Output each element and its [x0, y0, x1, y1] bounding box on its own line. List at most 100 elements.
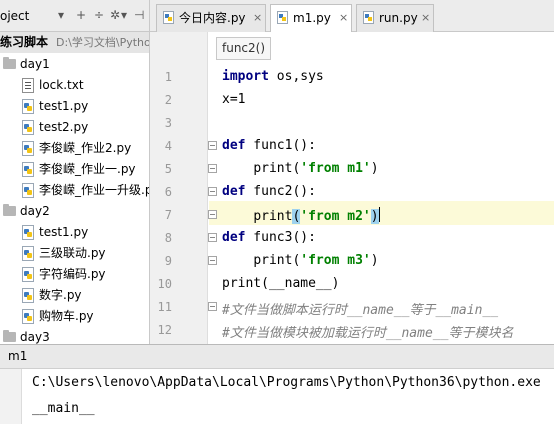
tree-file[interactable]: 购物车.py: [0, 306, 149, 327]
line-number: 4: [164, 139, 172, 153]
tab-label: 今日内容.py: [179, 11, 246, 25]
tree-item-label: 三级联动.py: [39, 246, 106, 260]
tree-file[interactable]: 李俊嵘_作业2.py: [0, 138, 149, 159]
tree-item-label: test2.py: [39, 120, 89, 134]
run-config-title[interactable]: m1: [8, 349, 27, 363]
code-line-2: x=1: [222, 92, 246, 107]
tab-m1[interactable]: m1.py ×: [270, 4, 352, 33]
line-number: 5: [164, 162, 172, 176]
fold-marker-icon[interactable]: [208, 233, 217, 242]
code-line-8: def func3():: [222, 230, 316, 245]
code-line-9: print('from m3'): [222, 253, 379, 268]
python-file-icon: [22, 99, 34, 114]
python-file-icon: [22, 141, 34, 156]
text-cursor: [378, 207, 380, 222]
tree-file[interactable]: 李俊嵘_作业一.py: [0, 159, 149, 180]
project-view-title[interactable]: oject: [0, 9, 29, 23]
code-text: ): [370, 253, 379, 268]
string-token: 'from m2': [300, 209, 371, 224]
tree-file[interactable]: 字符编码.py: [0, 264, 149, 285]
line-number: 7: [164, 208, 172, 222]
keyword-token: def: [222, 230, 246, 245]
collapse-all-icon[interactable]: ÷: [94, 7, 104, 23]
tree-file[interactable]: 李俊嵘_作业一升级.p: [0, 180, 149, 201]
project-toolbar: oject ▾ + ÷ ✲ ▾ ⊣: [0, 0, 149, 32]
python-file-icon: [22, 288, 34, 303]
matched-brace: ): [370, 209, 379, 224]
tab-label: m1.py: [293, 11, 331, 25]
project-root-path: D:\学习文档\Pytho: [56, 36, 150, 49]
line-number: 8: [164, 231, 172, 245]
tree-item-label: 购物车.py: [39, 309, 94, 323]
project-root[interactable]: 练习脚本 D:\学习文档\Pytho: [0, 32, 150, 53]
project-dropdown-caret-icon[interactable]: ▾: [58, 7, 64, 23]
tree-file[interactable]: 数字.py: [0, 285, 149, 306]
tree-item-label: day2: [20, 204, 50, 218]
line-number: 9: [164, 254, 172, 268]
string-token: 'from m3': [300, 253, 371, 268]
code-text: func1():: [245, 138, 316, 153]
hide-panel-icon[interactable]: ⊣: [134, 7, 144, 23]
code-text: func3():: [245, 230, 316, 245]
code-line-7: print('from m2'): [222, 207, 380, 224]
code-line-12: #文件当做模块被加载运行时__name__等于模块名: [222, 326, 514, 341]
keyword-token: def: [222, 138, 246, 153]
tab-run[interactable]: run.py ×: [356, 4, 434, 32]
fold-marker-icon[interactable]: [208, 187, 217, 196]
sync-icon[interactable]: +: [76, 7, 86, 23]
python-file-icon: [22, 225, 34, 240]
tree-file[interactable]: 三级联动.py: [0, 243, 149, 264]
tree-item-label: test1.py: [39, 99, 89, 113]
tree-item-label: 数字.py: [39, 288, 82, 302]
python-file-icon: [363, 11, 374, 24]
editor-gutter: 1 2 3 4 5 6 7 8 9 10 11 12: [150, 32, 208, 344]
tree-item-label: 李俊嵘_作业2.py: [39, 141, 132, 155]
tree-file[interactable]: test1.py: [0, 222, 149, 243]
code-text: ): [370, 161, 379, 176]
tree-folder-day1[interactable]: day1: [0, 54, 149, 75]
fold-marker-icon[interactable]: [208, 210, 217, 219]
code-line-5: print('from m1'): [222, 161, 379, 176]
code-editor[interactable]: 1 2 3 4 5 6 7 8 9 10 11 12 import os,sys…: [150, 32, 554, 344]
run-toolbar: [0, 369, 22, 424]
keyword-token: import: [222, 69, 269, 84]
code-text: print(: [222, 276, 269, 291]
tree-folder-day2[interactable]: day2: [0, 201, 149, 222]
tree-item-label: 字符编码.py: [39, 267, 106, 281]
fold-marker-icon[interactable]: [208, 302, 217, 311]
keyword-token: def: [222, 184, 246, 199]
tree-folder-day3[interactable]: day3: [0, 327, 149, 344]
python-file-icon: [277, 11, 288, 24]
line-number: 2: [164, 93, 172, 107]
settings-gear-icon[interactable]: ✲: [110, 7, 120, 23]
fold-marker-icon[interactable]: [208, 164, 217, 173]
folder-icon: [3, 57, 16, 69]
string-token: 'from m1': [300, 161, 371, 176]
tab-close-icon[interactable]: ×: [421, 5, 430, 31]
editor-tab-bar: 今日内容.py × m1.py × run.py ×: [150, 0, 554, 33]
tree-file[interactable]: test1.py: [0, 96, 149, 117]
code-text: func2():: [245, 184, 316, 199]
tree-item-label: day1: [20, 57, 50, 71]
run-output-line: __main__: [32, 401, 95, 416]
function-breadcrumb-tooltip[interactable]: func2(): [216, 37, 272, 60]
tab-close-icon[interactable]: ×: [253, 5, 262, 31]
code-text: os,sys: [268, 69, 324, 84]
tree-file[interactable]: test2.py: [0, 117, 149, 138]
code-line-11: #文件当做脚本运行时__name__等于__main__: [222, 303, 499, 318]
fold-marker-icon[interactable]: [208, 141, 217, 150]
tab-close-icon[interactable]: ×: [339, 5, 348, 31]
code-text: print: [253, 209, 293, 224]
settings-caret-icon[interactable]: ▾: [121, 7, 127, 23]
tree-file[interactable]: lock.txt: [0, 75, 149, 96]
project-root-label: 练习脚本: [0, 35, 49, 49]
folder-icon: [3, 330, 16, 342]
fold-marker-icon[interactable]: [208, 256, 217, 265]
tab-jinri-neirong[interactable]: 今日内容.py ×: [156, 4, 266, 32]
dunder-token: __name__: [268, 276, 332, 291]
tree-item-label: 李俊嵘_作业一.py: [39, 162, 136, 176]
python-file-icon: [22, 162, 34, 177]
